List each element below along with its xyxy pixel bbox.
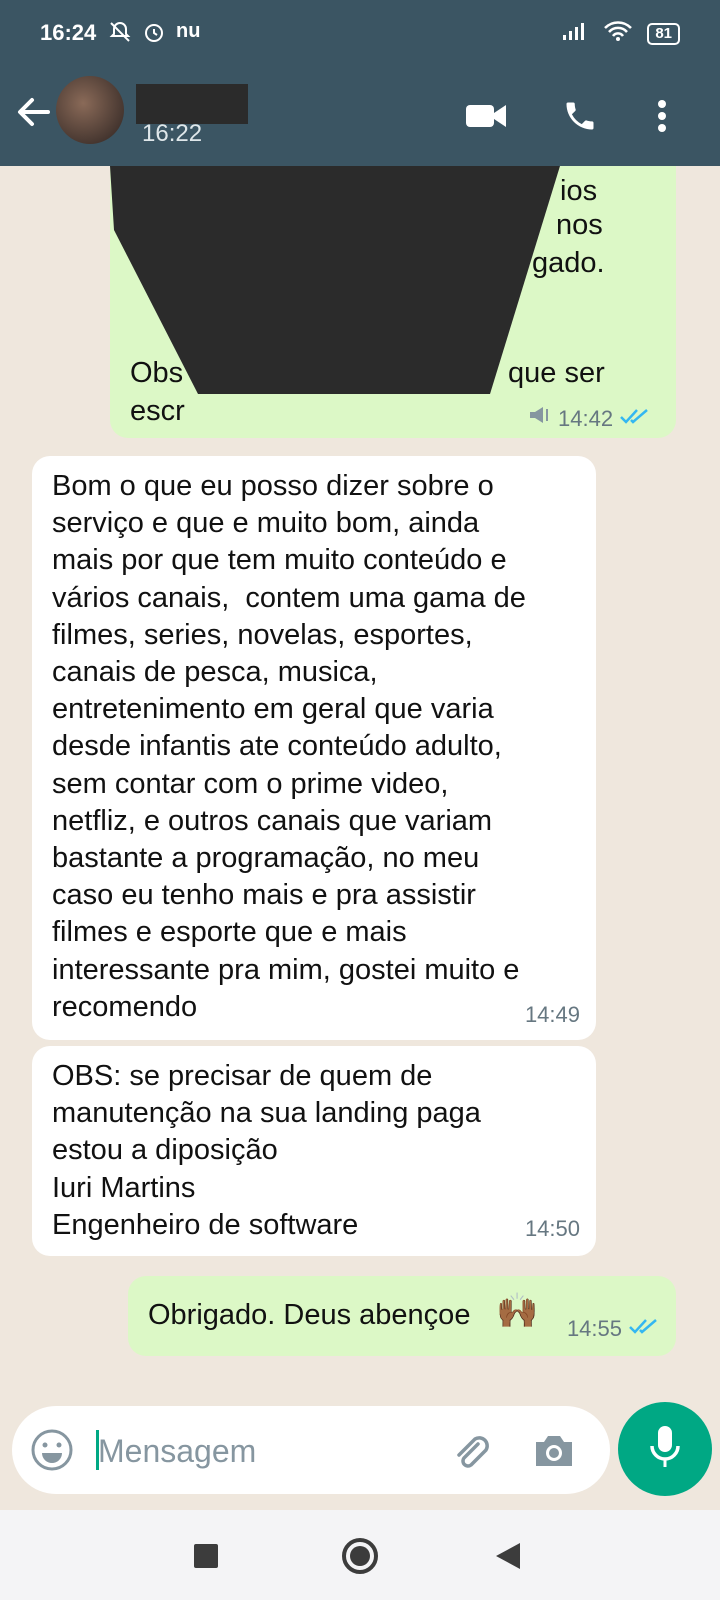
message-text: Bom o que eu posso dizer sobre o serviço… bbox=[52, 470, 526, 1023]
contact-avatar[interactable] bbox=[56, 76, 124, 144]
message-bubble-outgoing[interactable]: Obrigado. Deus abençoe 🙌🏾 14:55 bbox=[128, 1276, 676, 1356]
signal-icon bbox=[561, 21, 589, 46]
message-text: Obrigado. Deus abençoe bbox=[148, 1299, 471, 1331]
back-arrow-icon[interactable] bbox=[12, 90, 56, 134]
status-bar: 16:24 nu 81 bbox=[0, 0, 720, 68]
redaction-block bbox=[110, 166, 560, 394]
message-time: 14:50 bbox=[524, 1216, 580, 1241]
message-composer bbox=[12, 1406, 610, 1494]
contact-name-redacted[interactable] bbox=[136, 84, 248, 124]
message-meta: 14:50 bbox=[525, 1210, 580, 1248]
status-left-icons: nu bbox=[108, 20, 200, 50]
message-input[interactable] bbox=[96, 1424, 440, 1478]
status-right-icons: 81 bbox=[561, 20, 680, 47]
message-text: OBS: se precisar de quem de manutenção n… bbox=[52, 1060, 481, 1241]
camera-icon[interactable] bbox=[532, 1430, 576, 1475]
system-navbar bbox=[0, 1510, 720, 1600]
message-time: 14:55 bbox=[566, 1316, 622, 1341]
raising-hands-emoji: 🙌🏾 bbox=[496, 1292, 539, 1330]
message-bubble-incoming[interactable]: OBS: se precisar de quem de manutenção n… bbox=[32, 1046, 596, 1256]
nav-back-icon[interactable] bbox=[486, 1534, 530, 1578]
video-call-icon[interactable] bbox=[462, 92, 510, 140]
nav-recents-icon[interactable] bbox=[184, 1534, 228, 1578]
mic-button[interactable] bbox=[618, 1402, 712, 1496]
attach-icon[interactable] bbox=[448, 1430, 492, 1479]
status-time: 16:24 bbox=[40, 20, 97, 45]
message-meta: 14:49 bbox=[525, 996, 580, 1034]
carrier-icon: nu bbox=[176, 20, 201, 42]
message-time: 14:49 bbox=[524, 1002, 580, 1027]
mic-icon bbox=[648, 1424, 682, 1475]
nav-home-icon[interactable] bbox=[338, 1534, 382, 1578]
message-meta: 14:55 bbox=[567, 1310, 660, 1348]
alarm-icon bbox=[142, 20, 166, 50]
last-seen: 16:22 bbox=[142, 120, 203, 147]
wifi-icon bbox=[603, 20, 633, 47]
chat-header: 16:22 bbox=[0, 68, 720, 166]
emoji-icon[interactable] bbox=[30, 1428, 74, 1477]
chat-area[interactable]: ios nos gado. Obs que ser escr 14:42 Bom… bbox=[0, 166, 720, 1376]
message-bubble-outgoing[interactable]: ios nos gado. Obs que ser escr 14:42 bbox=[110, 166, 676, 438]
message-bubble-incoming[interactable]: Bom o que eu posso dizer sobre o serviço… bbox=[32, 456, 596, 1040]
battery-icon: 81 bbox=[647, 22, 680, 45]
phone-icon[interactable] bbox=[556, 92, 604, 140]
double-check-icon bbox=[628, 1310, 660, 1348]
more-vert-icon[interactable] bbox=[638, 92, 686, 140]
bell-off-icon bbox=[108, 20, 132, 50]
